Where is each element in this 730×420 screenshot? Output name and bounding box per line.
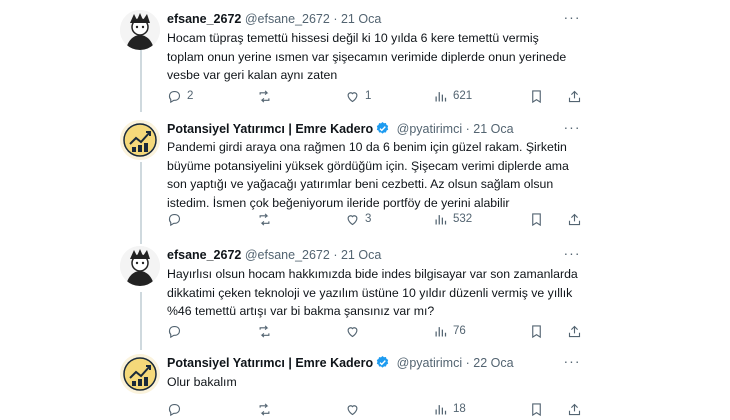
- author-name[interactable]: efsane_2672: [167, 248, 241, 262]
- views-icon: [435, 91, 447, 101]
- share-button[interactable]: [567, 400, 582, 418]
- reply-icon: [168, 90, 181, 103]
- like-count: 1: [365, 90, 372, 102]
- share-icon: [568, 90, 581, 102]
- tweet-header: Potansiyel Yatırımcı | Emre Kadero @pyat…: [167, 120, 514, 138]
- more-icon[interactable]: ···: [560, 246, 584, 264]
- heart-icon: [347, 326, 358, 337]
- bookmark-icon: [532, 402, 541, 416]
- like-button[interactable]: [345, 400, 365, 418]
- more-icon[interactable]: ···: [560, 354, 584, 372]
- author-handle[interactable]: @pyatirimci: [397, 356, 462, 370]
- reply-button[interactable]: [167, 210, 187, 228]
- views-icon: [435, 326, 447, 336]
- retweet-button[interactable]: [257, 87, 272, 105]
- share-button[interactable]: [567, 322, 582, 340]
- share-button[interactable]: [567, 210, 582, 228]
- verified-badge-icon: [376, 355, 389, 368]
- reply-button[interactable]: [167, 322, 187, 340]
- heart-icon: [347, 91, 358, 102]
- bookmark-button[interactable]: [529, 400, 544, 418]
- avatar[interactable]: [120, 10, 160, 50]
- views-count: 76: [453, 325, 466, 337]
- bookmark-button[interactable]: [529, 322, 544, 340]
- author-handle[interactable]: @efsane_2672: [245, 12, 330, 26]
- tweet[interactable]: Potansiyel Yatırımcı | Emre Kadero @pyat…: [120, 120, 590, 230]
- separator: ·: [465, 122, 470, 136]
- tweet-date[interactable]: 22 Oca: [473, 356, 513, 370]
- views-icon: [435, 214, 447, 224]
- bookmark-icon: [532, 89, 541, 103]
- bookmark-button[interactable]: [529, 87, 544, 105]
- tweet-text: Hayırlısı olsun hocam hakkımızda bide in…: [167, 267, 578, 318]
- views-button[interactable]: 532: [433, 210, 472, 228]
- author-name[interactable]: efsane_2672: [167, 12, 241, 26]
- verified-badge-icon: [376, 121, 389, 134]
- reply-icon: [168, 213, 181, 226]
- author-name[interactable]: Potansiyel Yatırımcı | Emre Kadero: [167, 356, 373, 370]
- views-count: 621: [453, 90, 473, 102]
- bookmark-icon: [532, 324, 541, 338]
- author-handle[interactable]: @pyatirimci: [397, 122, 462, 136]
- tweet-text: Olur bakalım: [167, 375, 237, 389]
- tweet[interactable]: Potansiyel Yatırımcı | Emre Kadero @pyat…: [120, 354, 590, 418]
- author-handle[interactable]: @efsane_2672: [245, 248, 330, 262]
- tweet-header: Potansiyel Yatırımcı | Emre Kadero @pyat…: [167, 354, 514, 372]
- avatar[interactable]: [120, 354, 160, 394]
- share-icon: [568, 325, 581, 337]
- retweet-button[interactable]: [257, 322, 272, 340]
- views-count: 18: [453, 403, 466, 415]
- like-button[interactable]: 3: [345, 210, 371, 228]
- views-button[interactable]: 18: [433, 400, 466, 418]
- like-count: 3: [365, 213, 372, 225]
- tweet[interactable]: efsane_2672 @efsane_2672 · 21 Oca ··· Ho…: [120, 10, 590, 105]
- tweet-header: efsane_2672 @efsane_2672 · 21 Oca: [167, 246, 381, 264]
- separator: ·: [465, 356, 470, 370]
- action-bar: 3 532: [167, 210, 587, 228]
- views-button[interactable]: 621: [433, 87, 472, 105]
- retweet-icon: [259, 89, 270, 103]
- share-icon: [568, 213, 581, 225]
- tweet-date[interactable]: 21 Oca: [341, 12, 381, 26]
- views-icon: [435, 404, 447, 414]
- heart-icon: [347, 214, 358, 225]
- avatar[interactable]: [120, 120, 160, 160]
- reply-icon: [168, 403, 181, 416]
- retweet-button[interactable]: [257, 400, 272, 418]
- reply-icon: [168, 325, 181, 338]
- separator: ·: [333, 12, 338, 26]
- retweet-icon: [259, 212, 270, 226]
- share-button[interactable]: [567, 87, 582, 105]
- tweet-header: efsane_2672 @efsane_2672 · 21 Oca: [167, 10, 381, 28]
- like-button[interactable]: 1: [345, 87, 371, 105]
- reply-button[interactable]: 2: [167, 87, 193, 105]
- tweet[interactable]: efsane_2672 @efsane_2672 · 21 Oca ··· Ha…: [120, 246, 590, 341]
- share-icon: [568, 403, 581, 415]
- tweet-text: Hocam tüpraş temettü hissesi değil ki 10…: [167, 31, 567, 82]
- like-button[interactable]: [345, 322, 365, 340]
- views-count: 532: [453, 213, 473, 225]
- separator: ·: [333, 248, 338, 262]
- heart-icon: [347, 404, 358, 415]
- more-icon[interactable]: ···: [560, 120, 584, 138]
- avatar[interactable]: [120, 246, 160, 286]
- tweet-text: Pandemi girdi araya ona rağmen 10 da 6 b…: [167, 140, 569, 210]
- tweet-date[interactable]: 21 Oca: [341, 248, 381, 262]
- retweet-icon: [259, 324, 270, 338]
- author-name[interactable]: Potansiyel Yatırımcı | Emre Kadero: [167, 122, 373, 136]
- action-bar: 2 1 621: [167, 87, 587, 105]
- tweet-date[interactable]: 21 Oca: [473, 122, 513, 136]
- action-bar: 18: [167, 400, 587, 418]
- more-icon[interactable]: ···: [560, 10, 584, 28]
- retweet-icon: [259, 402, 270, 416]
- reply-button[interactable]: [167, 400, 187, 418]
- action-bar: 76: [167, 322, 587, 340]
- bookmark-button[interactable]: [529, 210, 544, 228]
- reply-count: 2: [187, 90, 194, 102]
- retweet-button[interactable]: [257, 210, 272, 228]
- bookmark-icon: [532, 212, 541, 226]
- views-button[interactable]: 76: [433, 322, 466, 340]
